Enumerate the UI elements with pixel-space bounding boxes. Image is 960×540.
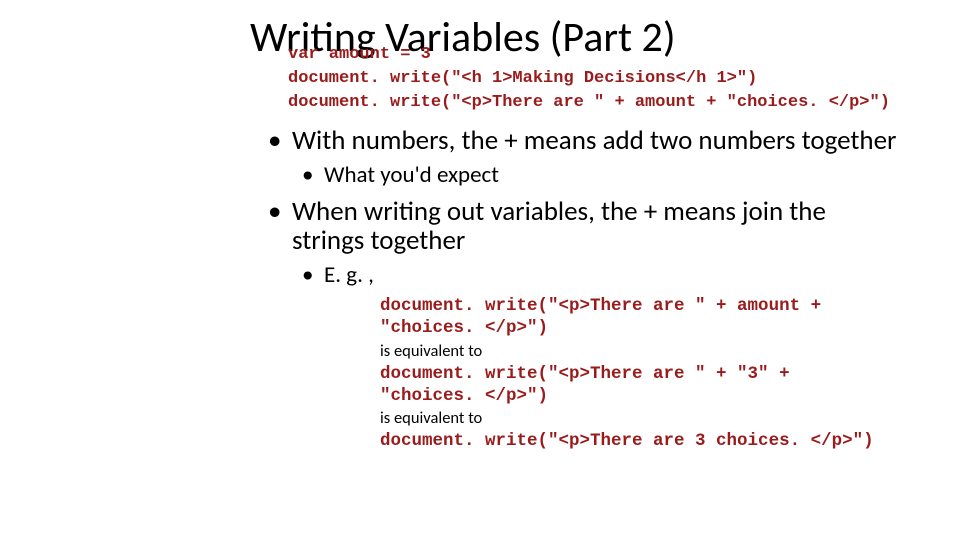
- code-line-3: document. write("<p>There are " + amount…: [288, 91, 900, 115]
- example-code-1b: "choices. </p>"): [380, 318, 900, 338]
- example-block: document. write("<p>There are " + amount…: [380, 296, 900, 451]
- example-code-1a: document. write("<p>There are " + amount…: [380, 296, 900, 316]
- bullet-2-sub-1: E. g. ,: [302, 262, 900, 288]
- example-note-1: is equivalent to: [380, 341, 900, 361]
- example-code-2a: document. write("<p>There are " + "3" +: [380, 364, 900, 384]
- example-code-2b: "choices. </p>"): [380, 386, 900, 406]
- bullet-2: When writing out variables, the + means …: [268, 197, 900, 256]
- code-line-2: document. write("<h 1>Making Decisions</…: [288, 67, 900, 91]
- bullet-1-sub-1: What you'd expect: [302, 162, 900, 188]
- bullet-list: With numbers, the + means add two number…: [268, 126, 900, 288]
- example-note-2: is equivalent to: [380, 408, 900, 428]
- bullet-1: With numbers, the + means add two number…: [268, 126, 900, 156]
- example-code-3: document. write("<p>There are 3 choices.…: [380, 431, 900, 451]
